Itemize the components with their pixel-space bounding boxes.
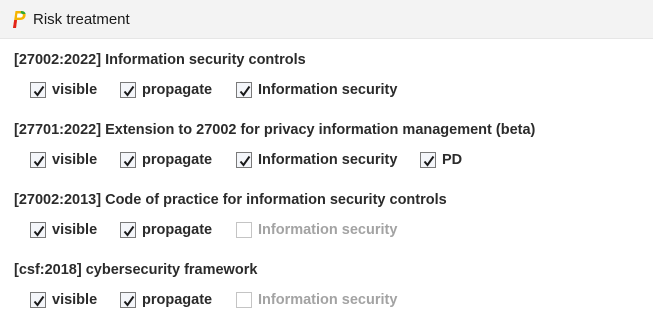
- checkbox-box[interactable]: [30, 152, 46, 168]
- visible-checkbox[interactable]: visible: [30, 80, 97, 100]
- app-p-icon: [11, 9, 27, 29]
- checkbox-box: [236, 222, 252, 238]
- checkbox-box[interactable]: [30, 292, 46, 308]
- window-title: Risk treatment: [33, 11, 130, 28]
- checkbox-box[interactable]: [420, 152, 436, 168]
- section-title-27701-2022: [27701:2022] Extension to 27002 for priv…: [14, 122, 536, 138]
- checkbox-label: visible: [52, 222, 98, 238]
- information-security-checkbox[interactable]: Information security: [236, 80, 397, 100]
- checkbox-label: Information security: [258, 292, 398, 308]
- checkbox-label: propagate: [142, 152, 213, 168]
- checkbox-label: visible: [52, 152, 98, 168]
- pd-checkbox[interactable]: PD: [420, 150, 462, 170]
- checkbox-box[interactable]: [120, 222, 136, 238]
- section-title-csf-2018: [csf:2018] cybersecurity framework: [14, 262, 258, 278]
- information-security-checkbox[interactable]: Information security: [236, 150, 397, 170]
- checkbox-label: propagate: [142, 82, 213, 98]
- checkbox-label: PD: [442, 152, 463, 168]
- title-bar: Risk treatment: [0, 0, 653, 39]
- visible-checkbox[interactable]: visible: [30, 220, 97, 240]
- checkbox-box[interactable]: [120, 82, 136, 98]
- propagate-checkbox[interactable]: propagate: [120, 220, 212, 240]
- checkbox-row: visible propagate Information security: [0, 220, 653, 240]
- checkbox-label: Information security: [258, 222, 398, 238]
- checkbox-row: visible propagate Information security: [0, 290, 653, 310]
- propagate-checkbox[interactable]: propagate: [120, 290, 212, 310]
- checkbox-box[interactable]: [30, 222, 46, 238]
- section-title-27002-2022: [27002:2022] Information security contro…: [14, 52, 306, 68]
- checkbox-box[interactable]: [30, 82, 46, 98]
- checkbox-box[interactable]: [236, 82, 252, 98]
- checkbox-box[interactable]: [120, 152, 136, 168]
- checkbox-row: visible propagate Information security P…: [0, 150, 653, 170]
- checkbox-box: [236, 292, 252, 308]
- checkbox-box[interactable]: [236, 152, 252, 168]
- risk-treatment-window: Risk treatment [27002:2022] Information …: [0, 0, 653, 323]
- information-security-checkbox-disabled: Information security: [236, 290, 397, 310]
- visible-checkbox[interactable]: visible: [30, 290, 97, 310]
- propagate-checkbox[interactable]: propagate: [120, 80, 212, 100]
- checkbox-label: Information security: [258, 152, 398, 168]
- checkbox-label: Information security: [258, 82, 398, 98]
- propagate-checkbox[interactable]: propagate: [120, 150, 212, 170]
- checkbox-label: propagate: [142, 222, 213, 238]
- checkbox-label: propagate: [142, 292, 213, 308]
- visible-checkbox[interactable]: visible: [30, 150, 97, 170]
- information-security-checkbox-disabled: Information security: [236, 220, 397, 240]
- checkbox-box[interactable]: [120, 292, 136, 308]
- checkbox-label: visible: [52, 292, 98, 308]
- checkbox-row: visible propagate Information security: [0, 80, 653, 100]
- checkbox-label: visible: [52, 82, 98, 98]
- section-title-27002-2013: [27002:2013] Code of practice for inform…: [14, 192, 447, 208]
